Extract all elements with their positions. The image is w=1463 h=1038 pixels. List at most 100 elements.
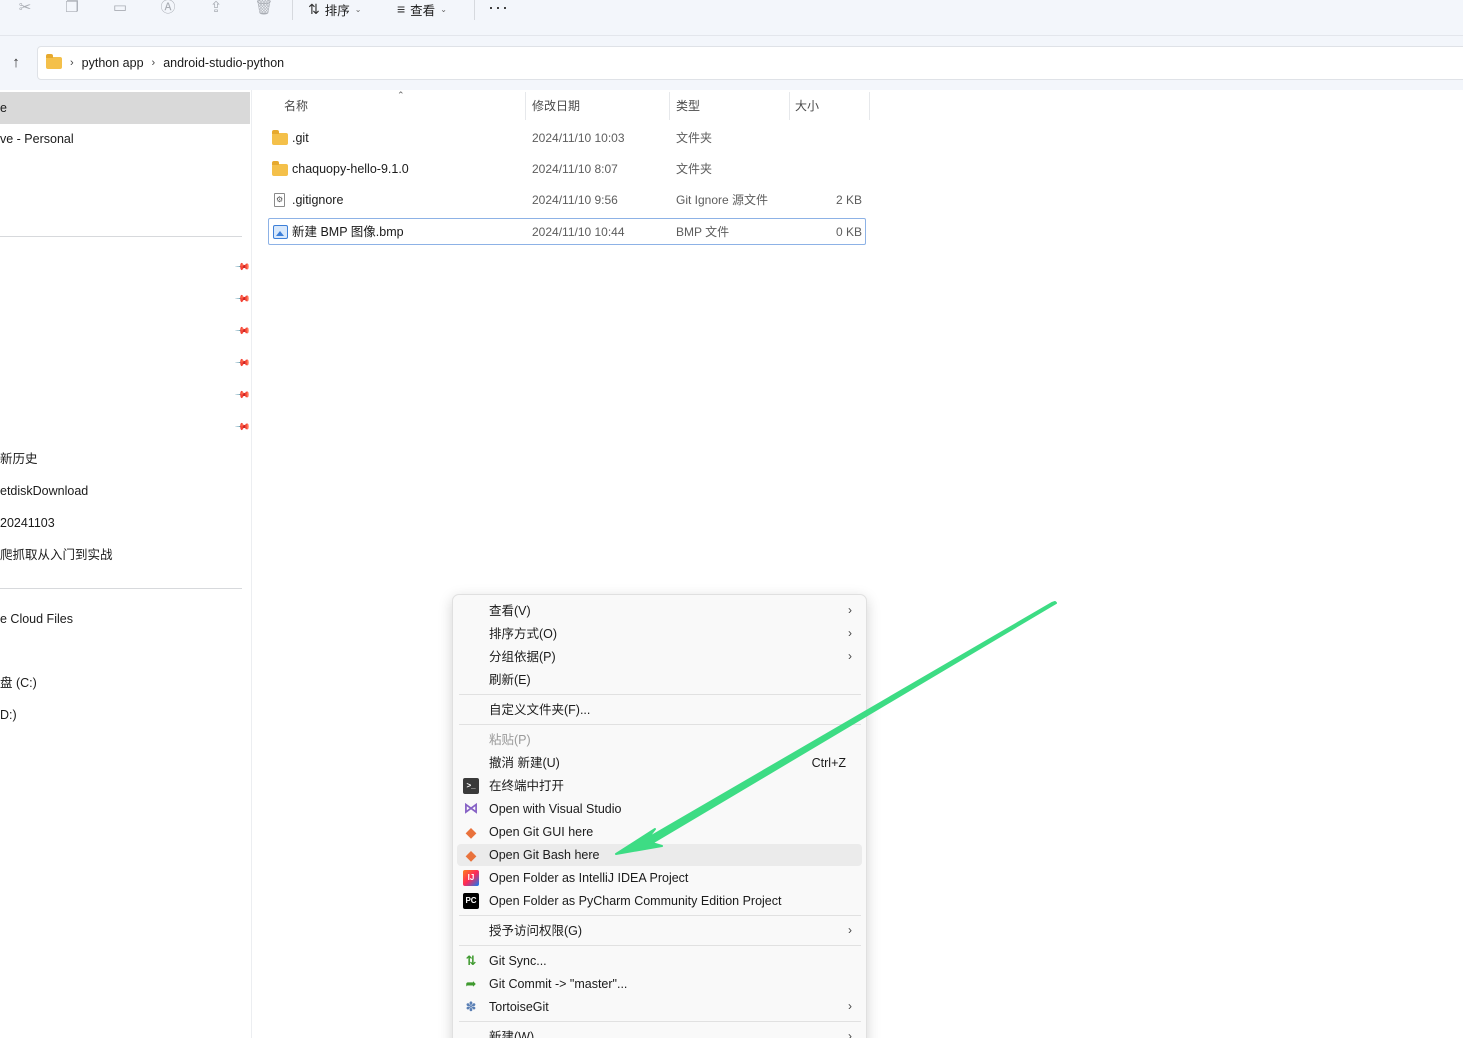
address-row: ↑ › python app › android-studio-python <box>0 36 1463 90</box>
file-name: .git <box>292 131 309 145</box>
menu-item-git-sync[interactable]: ⇅ Git Sync... <box>457 950 862 972</box>
folder-icon <box>272 161 288 176</box>
sidebar-item-cloud-files[interactable]: e Cloud Files <box>0 609 73 629</box>
file-type: 文件夹 <box>676 131 713 145</box>
file-row[interactable]: chaquopy-hello-9.1.0 2024/11/10 8:07 文件夹 <box>268 156 866 183</box>
file-size: 2 KB <box>835 193 862 207</box>
menu-item-label: Open Git Bash here <box>489 848 600 862</box>
menu-item-view[interactable]: 查看(V) › <box>457 600 862 622</box>
terminal-icon: >_ <box>463 778 479 794</box>
menu-separator <box>459 945 861 946</box>
menu-item-label: Git Commit -> "master"... <box>489 977 628 991</box>
sort-button[interactable]: ⇅ 排序 ⌄ <box>308 0 361 18</box>
menu-item-label: Git Sync... <box>489 954 547 968</box>
menu-item-open-git-gui[interactable]: ◆ Open Git GUI here <box>457 821 862 843</box>
delete-icon[interactable]: 🗑 <box>254 0 274 18</box>
column-header-modified[interactable]: 修改日期 <box>532 97 580 115</box>
pin-icon: 📌 <box>233 323 251 340</box>
file-row[interactable]: .git 2024/11/10 10:03 文件夹 <box>268 125 866 152</box>
sidebar-item-20241103[interactable]: 20241103 <box>0 513 55 533</box>
file-modified: 2024/11/10 8:07 <box>532 162 618 176</box>
more-options-button[interactable]: ··· <box>488 0 509 16</box>
file-modified: 2024/11/10 10:03 <box>532 131 625 145</box>
menu-item-open-in-terminal[interactable]: >_ 在终端中打开 <box>457 775 862 797</box>
menu-item-git-commit[interactable]: ➦ Git Commit -> "master"... <box>457 973 862 995</box>
menu-item-label: 授予访问权限(G) <box>489 924 583 938</box>
git-icon: ◆ <box>465 847 477 863</box>
breadcrumb-item[interactable]: android-studio-python <box>163 56 284 70</box>
menu-separator <box>459 694 861 695</box>
menu-item-shortcut: Ctrl+Z <box>811 756 846 770</box>
menu-item-label: Open Git GUI here <box>489 825 594 839</box>
view-icon: ≡ <box>397 1 406 17</box>
chevron-right-icon[interactable]: › <box>70 57 74 69</box>
file-modified: 2024/11/10 9:56 <box>532 193 618 207</box>
column-divider[interactable] <box>525 92 526 120</box>
file-type: Git Ignore 源文件 <box>676 193 769 207</box>
address-bar[interactable]: › python app › android-studio-python <box>37 46 1463 80</box>
sidebar-item-crawler[interactable]: 爬抓取从入门到实战 <box>0 545 113 565</box>
column-divider[interactable] <box>789 92 790 120</box>
menu-separator <box>459 724 861 725</box>
menu-item-label: 粘贴(P) <box>489 733 531 747</box>
menu-item-label: 刷新(E) <box>489 673 531 687</box>
menu-item-tortoisegit[interactable]: ✽ TortoiseGit › <box>457 996 862 1018</box>
sidebar-item-drive-d[interactable]: D:) <box>0 705 17 725</box>
menu-item-label: 在终端中打开 <box>489 779 565 793</box>
menu-item-customize-folder[interactable]: 自定义文件夹(F)... <box>457 699 862 721</box>
config-file-icon <box>274 193 285 207</box>
menu-item-open-pycharm[interactable]: PC Open Folder as PyCharm Community Edit… <box>457 890 862 912</box>
toolbar-divider <box>292 0 293 20</box>
cut-icon[interactable]: ✂ <box>15 0 35 18</box>
chevron-right-icon: › <box>848 626 852 640</box>
sidebar-selected-highlight <box>0 92 250 124</box>
menu-item-open-intellij[interactable]: IJ Open Folder as IntelliJ IDEA Project <box>457 867 862 889</box>
menu-separator <box>459 915 861 916</box>
column-divider[interactable] <box>669 92 670 120</box>
chevron-right-icon[interactable]: › <box>152 57 156 69</box>
sidebar-item-netdisk[interactable]: etdiskDownload <box>0 481 88 501</box>
menu-item-label: 分组依据(P) <box>489 650 556 664</box>
image-file-icon <box>273 225 288 239</box>
breadcrumb-item[interactable]: python app <box>82 56 144 70</box>
menu-item-undo-new[interactable]: 撤消 新建(U) Ctrl+Z <box>457 752 862 774</box>
column-header-type[interactable]: 类型 <box>676 97 700 115</box>
menu-item-group-by[interactable]: 分组依据(P) › <box>457 646 862 668</box>
chevron-down-icon: ⌄ <box>440 4 447 14</box>
menu-item-sort-by[interactable]: 排序方式(O) › <box>457 623 862 645</box>
copy-icon[interactable]: ❐ <box>62 0 82 18</box>
view-button[interactable]: ≡ 查看 ⌄ <box>397 0 447 18</box>
menu-item-grant-access[interactable]: 授予访问权限(G) › <box>457 920 862 942</box>
share-icon[interactable]: ⇪ <box>206 0 226 18</box>
file-type: BMP 文件 <box>676 225 730 239</box>
up-arrow-icon[interactable]: ↑ <box>6 53 26 73</box>
pin-icon: 📌 <box>233 291 251 308</box>
menu-item-open-git-bash[interactable]: ◆ Open Git Bash here <box>457 844 862 866</box>
file-name: chaquopy-hello-9.1.0 <box>292 162 409 176</box>
sidebar-item-history[interactable]: 新历史 <box>0 449 38 469</box>
menu-item-refresh[interactable]: 刷新(E) <box>457 669 862 691</box>
paste-icon[interactable]: ▭ <box>110 0 130 18</box>
menu-item-label: Open Folder as IntelliJ IDEA Project <box>489 871 689 885</box>
file-size <box>802 156 862 183</box>
file-row-selected[interactable]: 新建 BMP 图像.bmp 2024/11/10 10:44 BMP 文件 0 … <box>268 218 866 245</box>
sidebar-item-drive-c[interactable]: 盘 (C:) <box>0 673 37 693</box>
menu-separator <box>459 1021 861 1022</box>
toolbar-divider <box>474 0 475 20</box>
file-row[interactable]: .gitignore 2024/11/10 9:56 Git Ignore 源文… <box>268 187 866 214</box>
intellij-icon: IJ <box>463 870 479 886</box>
sidebar-item-onedrive[interactable]: ve - Personal <box>0 129 74 149</box>
chevron-down-icon: ⌄ <box>354 4 362 14</box>
pycharm-icon: PC <box>463 893 479 909</box>
menu-item-open-visual-studio[interactable]: ⋈ Open with Visual Studio <box>457 798 862 820</box>
file-name: .gitignore <box>292 193 344 207</box>
menu-item-new[interactable]: 新建(W) › <box>457 1026 862 1038</box>
command-bar: ✂ ❐ ▭ Ⓐ ⇪ 🗑 ⇅ 排序 ⌄ ≡ 查看 ⌄ ··· <box>0 0 1463 36</box>
rename-icon[interactable]: Ⓐ <box>158 0 178 18</box>
file-name: 新建 BMP 图像.bmp <box>292 225 404 239</box>
column-divider[interactable] <box>869 92 870 120</box>
chevron-right-icon: › <box>848 923 852 937</box>
column-header-name[interactable]: 名称 <box>284 97 308 115</box>
column-header-size[interactable]: 大小 <box>795 97 819 115</box>
sidebar-item-home[interactable]: e <box>0 98 7 118</box>
